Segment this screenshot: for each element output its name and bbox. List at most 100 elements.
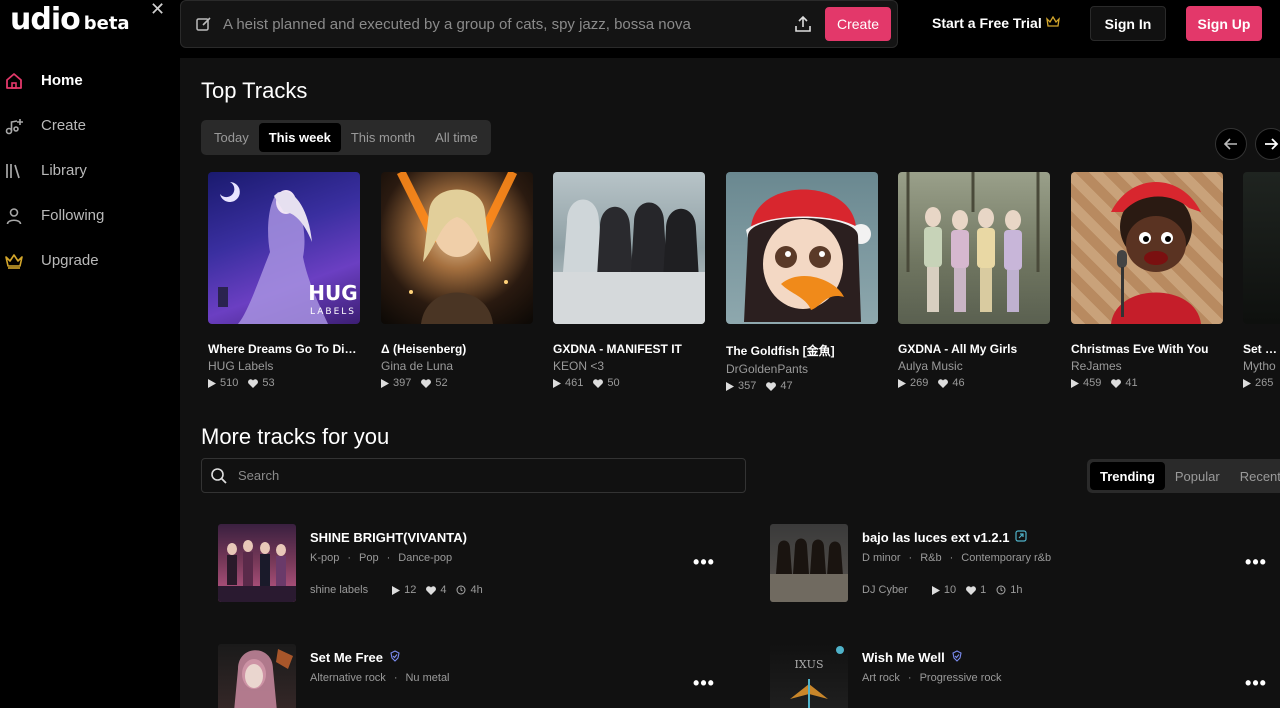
play-count: 461: [565, 377, 584, 389]
tab-this-week[interactable]: This week: [258, 123, 341, 152]
track-card[interactable]: Δ (Heisenberg) Gina de Luna 397 52: [381, 172, 533, 389]
track-thumbnail[interactable]: IXUS: [770, 644, 848, 708]
tag[interactable]: Alternative rock: [310, 672, 386, 684]
track-artist[interactable]: HUG Labels: [208, 359, 360, 373]
sidebar-item-upgrade[interactable]: Upgrade: [0, 238, 180, 283]
tab-today[interactable]: Today: [204, 123, 259, 152]
tag[interactable]: K-pop: [310, 552, 339, 564]
tag[interactable]: R&b: [920, 552, 941, 564]
play-icon: [726, 381, 734, 391]
track-title[interactable]: SHINE BRIGHT(VIVANTA): [310, 530, 467, 545]
sidebar-item-label: Home: [41, 72, 83, 89]
track-title[interactable]: Δ (Heisenberg): [381, 342, 533, 356]
like-count: 46: [952, 377, 965, 389]
track-artist[interactable]: Aulya Music: [898, 359, 1050, 373]
track-artist[interactable]: ReJames: [1071, 359, 1223, 373]
track-cover[interactable]: HUG LABELS: [208, 172, 360, 324]
sidebar-item-following[interactable]: Following: [0, 193, 180, 238]
track-card[interactable]: GXDNA - MANIFEST IT KEON <3 461 50: [553, 172, 705, 389]
track-tags: Alternative rock · Nu metal: [310, 672, 450, 684]
verified-icon: [389, 650, 401, 665]
sign-in-button[interactable]: Sign In: [1090, 6, 1166, 41]
track-cover[interactable]: [1071, 172, 1223, 324]
track-stats: 357 47: [726, 380, 878, 392]
track-title[interactable]: GXDNA - All My Girls: [898, 342, 1050, 356]
tag[interactable]: Nu metal: [405, 672, 449, 684]
create-button[interactable]: Create: [825, 7, 891, 41]
track-artist[interactable]: Mytho: [1243, 359, 1280, 373]
track-title-text: Wish Me Well: [862, 650, 945, 665]
sidebar-item-library[interactable]: Library: [0, 148, 180, 193]
tag[interactable]: Progressive rock: [920, 672, 1002, 684]
track-stats: 397 52: [381, 377, 533, 389]
track-title[interactable]: bajo las luces ext v1.2.1: [862, 530, 1028, 545]
main-content: Top Tracks Today This week This month Al…: [180, 58, 1280, 708]
track-card[interactable]: GXDNA - All My Girls Aulya Music 269 46: [898, 172, 1050, 389]
search-input[interactable]: [238, 468, 718, 483]
track-title[interactable]: Set Me: [1243, 342, 1280, 356]
track-thumbnail[interactable]: [218, 524, 296, 602]
scroll-right-button[interactable]: [1255, 128, 1280, 160]
sidebar-item-label: Upgrade: [41, 252, 99, 269]
track-card[interactable]: Christmas Eve With You ReJames 459 41: [1071, 172, 1223, 389]
more-options-icon[interactable]: •••: [692, 552, 716, 572]
sort-tabs: Trending Popular Recent: [1087, 459, 1280, 493]
tab-all-time[interactable]: All time: [425, 123, 488, 152]
free-trial-link[interactable]: Start a Free Trial: [932, 15, 1060, 31]
track-card[interactable]: Set Me Mytho 265: [1243, 172, 1280, 389]
prompt-input[interactable]: A heist planned and executed by a group …: [223, 16, 793, 33]
more-options-icon[interactable]: •••: [1244, 673, 1268, 693]
more-options-icon[interactable]: •••: [1244, 552, 1268, 572]
sign-up-button[interactable]: Sign Up: [1186, 6, 1262, 41]
track-cover[interactable]: [553, 172, 705, 324]
track-search[interactable]: [201, 458, 746, 493]
sidebar-item-create[interactable]: Create: [0, 103, 180, 148]
close-sidebar-icon[interactable]: ✕: [150, 0, 165, 18]
tab-recent[interactable]: Recent: [1230, 462, 1280, 490]
track-title[interactable]: Where Dreams Go To Die ...: [208, 342, 360, 356]
upload-icon[interactable]: [793, 14, 813, 34]
tag[interactable]: D minor: [862, 552, 901, 564]
tab-popular[interactable]: Popular: [1165, 462, 1230, 490]
track-title[interactable]: Wish Me Well: [862, 650, 963, 665]
track-cover[interactable]: [381, 172, 533, 324]
track-title[interactable]: Set Me Free: [310, 650, 401, 665]
track-artist[interactable]: Gina de Luna: [381, 359, 533, 373]
track-thumbnail[interactable]: [770, 524, 848, 602]
sidebar-item-home[interactable]: Home: [0, 58, 180, 103]
list-item[interactable]: bajo las luces ext v1.2.1 D minor · R&b · Co…: [770, 524, 1250, 604]
scroll-left-button[interactable]: [1215, 128, 1247, 160]
track-artist[interactable]: DrGoldenPants: [726, 362, 878, 376]
list-item[interactable]: IXUS Wish Me Well Art rock · Progressive r…: [770, 644, 1250, 708]
list-item[interactable]: SHINE BRIGHT(VIVANTA) K-pop · Pop · Dance-po…: [218, 524, 718, 604]
tag[interactable]: Art rock: [862, 672, 900, 684]
prompt-bar[interactable]: A heist planned and executed by a group …: [180, 0, 898, 48]
track-card[interactable]: HUG LABELS Where Dreams Go To Die ... HU…: [208, 172, 360, 389]
track-age: 4h: [470, 584, 483, 596]
more-tracks-title: More tracks for you: [201, 424, 390, 449]
track-artist[interactable]: DJ Cyber: [862, 584, 908, 596]
track-artist[interactable]: KEON <3: [553, 359, 705, 373]
tag[interactable]: Dance-pop: [398, 552, 452, 564]
udio-logo[interactable]: udio beta: [10, 2, 130, 37]
tag[interactable]: Contemporary r&b: [961, 552, 1051, 564]
like-count: 4: [440, 584, 447, 596]
sidebar-item-label: Library: [41, 162, 87, 179]
track-cover[interactable]: [898, 172, 1050, 324]
track-title[interactable]: GXDNA - MANIFEST IT: [553, 342, 705, 356]
track-cover[interactable]: [726, 172, 878, 324]
track-title[interactable]: Christmas Eve With You: [1071, 342, 1223, 356]
track-title[interactable]: The Goldfish [金魚]: [726, 342, 878, 359]
tab-trending[interactable]: Trending: [1090, 462, 1165, 490]
track-thumbnail[interactable]: [218, 644, 296, 708]
tab-this-month[interactable]: This month: [341, 123, 425, 152]
track-tags: K-pop · Pop · Dance-pop: [310, 552, 453, 564]
more-options-icon[interactable]: •••: [692, 673, 716, 693]
heart-icon: [426, 585, 437, 595]
track-artist[interactable]: shine labels: [310, 584, 368, 596]
play-count: 265: [1255, 377, 1274, 389]
track-cover[interactable]: [1243, 172, 1280, 324]
list-item[interactable]: Set Me Free Alternative rock · Nu metal: [218, 644, 718, 708]
track-card[interactable]: The Goldfish [金魚] DrGoldenPants 357 47: [726, 172, 878, 392]
tag[interactable]: Pop: [359, 552, 379, 564]
